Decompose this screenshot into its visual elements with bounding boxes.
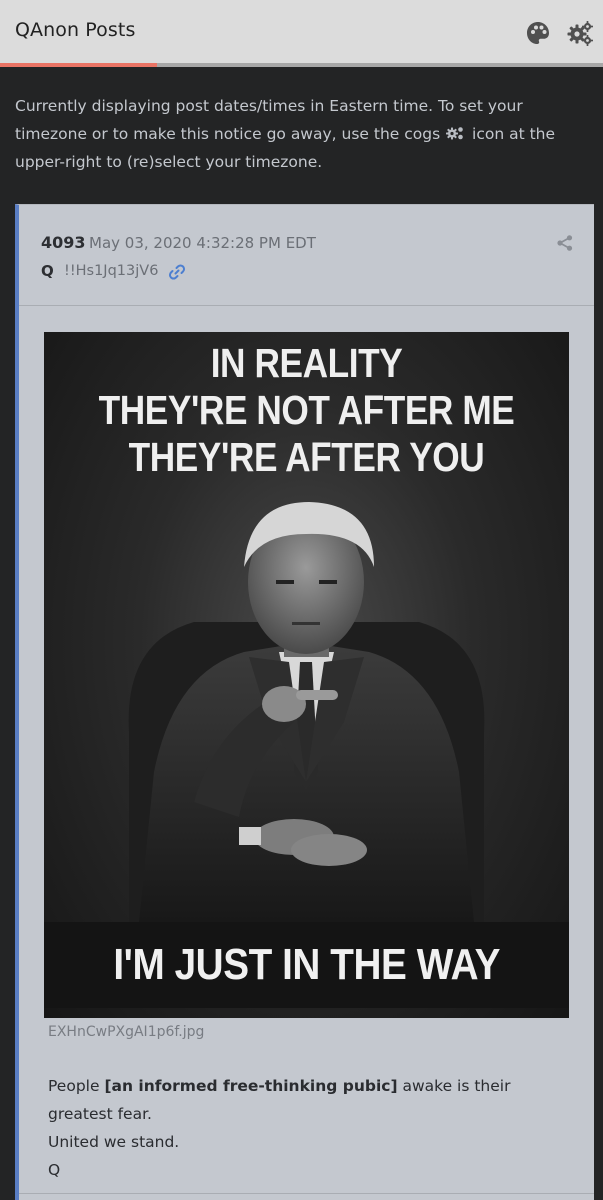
post-body-text: People — [48, 1077, 105, 1095]
post-number: 4093 — [41, 233, 86, 252]
loading-progress-bar — [0, 63, 603, 67]
image-bottom-text: I'M JUST IN THE WAY — [113, 940, 500, 989]
link-icon[interactable] — [168, 263, 186, 281]
post-body-line: Q — [48, 1161, 61, 1179]
image-top-caption: IN REALITY THEY'RE NOT AFTER ME THEY'RE … — [81, 340, 533, 481]
post-tripcode: !!Hs1Jq13jV6 — [64, 263, 159, 279]
image-top-line: IN REALITY — [210, 340, 403, 386]
cogs-inline-icon — [445, 121, 467, 140]
post-header: 4093 May 03, 2020 4:32:28 PM EDT Q !!Hs1… — [19, 205, 594, 306]
post-footer-divider — [19, 1193, 594, 1194]
image-bottom-caption: I'M JUST IN THE WAY — [44, 922, 569, 1008]
timezone-notice: Currently displaying post dates/times in… — [15, 92, 595, 176]
post-date: May 03, 2020 4:32:28 PM EDT — [89, 234, 316, 252]
cogs-icon[interactable] — [566, 19, 594, 47]
post-author: Q — [41, 262, 54, 280]
suited-man-illustration — [128, 502, 485, 922]
palette-icon[interactable] — [524, 19, 552, 47]
post-body: People [an informed free-thinking pubic]… — [48, 1072, 568, 1184]
image-top-line: THEY'RE NOT AFTER ME — [98, 387, 515, 433]
post-card: 4093 May 03, 2020 4:32:28 PM EDT Q !!Hs1… — [15, 204, 594, 1200]
post-body-bold-text: [an informed free-thinking pubic] — [104, 1077, 398, 1095]
post-body-line: People [an informed free-thinking pubic]… — [48, 1072, 568, 1128]
share-icon[interactable] — [555, 233, 575, 253]
image-filename[interactable]: EXHnCwPXgAI1p6f.jpg — [48, 1024, 204, 1040]
loading-progress-fill — [0, 63, 157, 67]
app-title: QAnon Posts — [15, 19, 136, 41]
post-body-line: United we stand. — [48, 1133, 180, 1151]
app-header: QAnon Posts — [0, 0, 603, 63]
post-image[interactable]: IN REALITY THEY'RE NOT AFTER ME THEY'RE … — [44, 332, 569, 1018]
